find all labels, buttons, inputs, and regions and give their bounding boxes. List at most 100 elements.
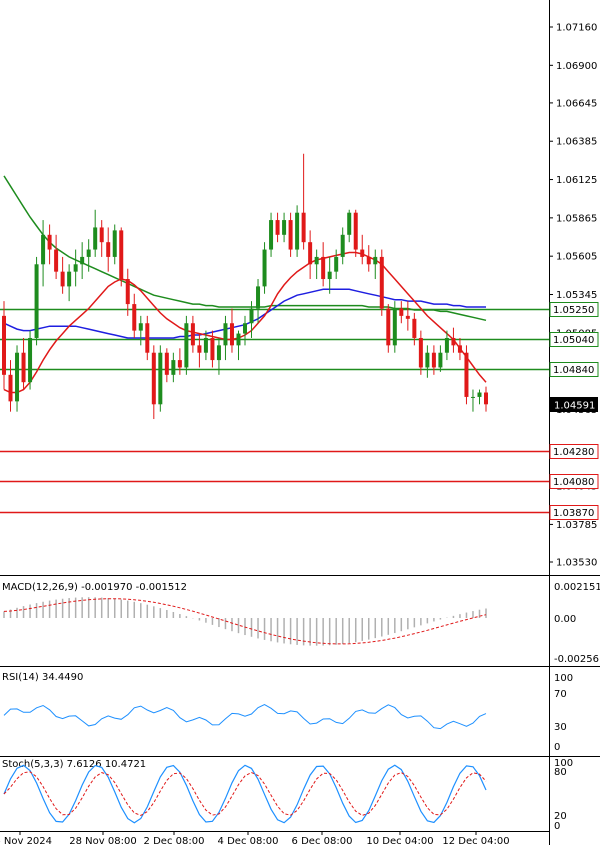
candle-body	[197, 345, 202, 353]
candle-body	[80, 256, 85, 265]
macd-histogram	[3, 597, 487, 646]
rsi-panel: RSI(14) 34.4490 100 70 30 0	[2, 672, 573, 753]
candle-body	[379, 256, 384, 309]
time-tick-label: 28 Nov 08:00	[69, 836, 136, 845]
candle-body	[314, 256, 319, 265]
candle-body	[106, 242, 111, 257]
candle-body	[60, 271, 65, 287]
candle-body	[405, 315, 410, 319]
rsi-line	[3, 704, 487, 730]
candle-body	[373, 256, 378, 265]
candle-body	[125, 279, 130, 305]
current-price-marker: 1.04591	[550, 397, 598, 412]
stoch-panel: Stoch(5,3,3) 7.6126 10.4721 100 80 20 0	[2, 758, 573, 832]
macd-label: MACD(12,26,9) -0.001970 -0.001512	[2, 582, 187, 593]
rsi-tick: 30	[554, 722, 567, 733]
candle-body	[86, 249, 91, 257]
candle-body	[216, 345, 221, 361]
candle-body	[223, 323, 228, 346]
candle-body	[327, 271, 332, 280]
candle-body	[288, 220, 293, 250]
candle-body	[15, 352, 20, 402]
candle-body	[347, 212, 352, 235]
candle-body	[470, 396, 475, 398]
trading-chart[interactable]: 1.07160 1.06900 1.06645 1.06385 1.06125 1.058…	[0, 0, 600, 845]
macd-panel: MACD(12,26,9) -0.001970 -0.001512 0.0021…	[2, 582, 600, 665]
price-tick-label: 1.05605	[556, 252, 597, 263]
level-label: 1.04080	[553, 477, 594, 488]
candle-body	[360, 249, 365, 257]
rsi-tick: 100	[554, 673, 573, 684]
candle-body	[158, 352, 163, 405]
candle-body	[386, 308, 391, 346]
price-tick-label: 1.05865	[556, 213, 597, 224]
candle-body	[138, 323, 143, 331]
candle-body	[171, 360, 176, 375]
candle-body	[464, 352, 469, 397]
candle-body	[366, 256, 371, 265]
candle-body	[321, 256, 326, 280]
time-tick-label: 4 Dec 08:00	[218, 836, 279, 845]
price-tick-label: 1.03785	[556, 520, 597, 531]
candle-body	[275, 220, 280, 235]
time-tick-label: 6 Dec 08:00	[292, 836, 353, 845]
candle-body	[262, 249, 267, 287]
candle-body	[256, 286, 261, 309]
rsi-label: RSI(14) 34.4490	[2, 672, 83, 683]
candle-body	[2, 315, 6, 375]
candle-body	[451, 337, 456, 346]
candle-body	[269, 220, 274, 250]
price-tick-label: 1.06385	[556, 137, 597, 148]
candle-body	[184, 323, 189, 368]
level-label: 1.03870	[553, 508, 594, 519]
rsi-tick: 0	[554, 742, 560, 753]
time-tick-label: 10 Dec 04:00	[366, 836, 433, 845]
stoch-label: Stoch(5,3,3) 7.6126 10.4721	[2, 759, 146, 770]
candle-body	[249, 308, 254, 324]
candle-body	[484, 392, 488, 405]
candles	[2, 153, 488, 420]
candle-body	[119, 230, 124, 280]
candle-body	[132, 304, 137, 331]
candle-body	[28, 337, 33, 383]
candle-body	[399, 308, 404, 316]
candle-body	[308, 242, 313, 265]
price-tick-label: 1.06125	[556, 175, 597, 186]
time-tick-label: 12 Dec 04:00	[442, 836, 509, 845]
candle-body	[340, 234, 345, 257]
price-tick-label: 1.06645	[556, 98, 597, 109]
price-tick-label: 1.03530	[556, 558, 597, 569]
candle-body	[67, 271, 72, 287]
level-label: 1.04280	[553, 447, 594, 458]
level-label: 1.05040	[553, 335, 594, 346]
candle-body	[210, 337, 215, 361]
moving-averages	[3, 175, 487, 394]
candle-body	[203, 337, 208, 353]
candle-body	[425, 352, 430, 368]
candle-body	[229, 323, 234, 346]
price-tick-label: 1.07160	[556, 23, 597, 34]
candle-body	[477, 392, 482, 397]
candle-body	[164, 352, 169, 375]
candle-body	[21, 352, 26, 383]
candle-body	[236, 333, 241, 346]
candle-body	[93, 227, 98, 250]
level-label: 1.05250	[553, 305, 594, 316]
candle-body	[418, 337, 423, 368]
candle-body	[457, 345, 462, 353]
level-label: 1.04840	[553, 365, 594, 376]
candle-body	[353, 212, 358, 250]
candle-body	[301, 212, 306, 243]
candle-body	[145, 323, 150, 353]
macd-tick: -0.00256	[554, 654, 599, 665]
candle-body	[8, 374, 13, 402]
macd-tick: 0.002151	[554, 582, 600, 593]
candle-body	[34, 264, 39, 338]
current-price-label: 1.04591	[554, 401, 595, 412]
candle-body	[47, 234, 52, 250]
candle-body	[177, 360, 182, 368]
candle-body	[99, 227, 104, 243]
time-tick-label: 2 Dec 08:00	[144, 836, 205, 845]
candle-body	[392, 308, 397, 346]
stoch-tick: 80	[554, 767, 567, 778]
